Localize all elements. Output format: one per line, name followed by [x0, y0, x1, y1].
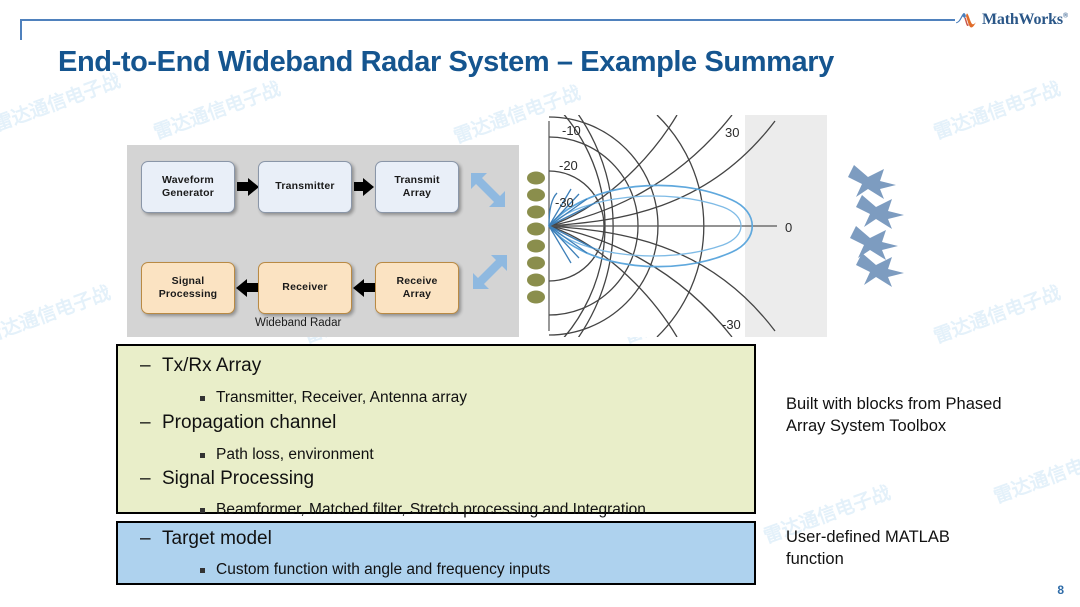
target-aircraft-svg [848, 165, 904, 287]
slide-canvas: 雷达通信电子战 雷达通信电子战 雷达通信电子战 雷达通信电子战 雷达通信电子战 … [0, 0, 1080, 607]
arrow-head-left [236, 279, 247, 297]
airplane-icon [856, 253, 904, 287]
receive-radiation-arrow-icon [473, 255, 507, 289]
watermark: 雷达通信电子战 [931, 78, 1064, 144]
transmit-radiation-arrow-icon [471, 173, 505, 207]
mathworks-wordmark: MathWorks® [982, 11, 1068, 28]
summary-box-blue: – Target model Custom function with angl… [116, 521, 756, 585]
block-label-line2: Generator [162, 187, 214, 199]
polar-angle-label-0: 0 [785, 220, 792, 235]
block-label-line1: Waveform [162, 173, 214, 186]
page-title: End-to-End Wideband Radar System – Examp… [58, 46, 834, 78]
arrow-receiver-to-signal-processing [246, 283, 258, 292]
block-receive-array[interactable]: Receive Array [375, 262, 459, 314]
bullet-level2-transmitter-receiver-antenna: Transmitter, Receiver, Antenna array [200, 389, 467, 407]
dash-bullet: – [140, 528, 151, 549]
note-line-2: function [786, 549, 844, 568]
target-aircraft-group [838, 163, 914, 287]
airplane-icon [848, 165, 896, 199]
bullet-level2-beamformer-matched-filter: Beamformer, Matched filter, Stretch proc… [200, 501, 646, 519]
block-label-line1: Transmit [394, 173, 440, 186]
mathworks-logo: MathWorks® [955, 9, 1068, 31]
dash-bullet: – [140, 412, 151, 433]
square-bullet-icon [200, 568, 205, 573]
block-transmitter[interactable]: Transmitter [258, 161, 352, 213]
bullet-text: Transmitter, Receiver, Antenna array [216, 389, 467, 406]
block-transmit-array[interactable]: Transmit Array [375, 161, 459, 213]
note-user-defined-matlab: User-defined MATLAB function [786, 527, 1066, 571]
watermark: 雷达通信电子战 [931, 282, 1064, 348]
bullet-level1-tx-rx-array: – Tx/Rx Array [140, 355, 261, 377]
bullet-text: Target model [162, 528, 272, 549]
registered-mark: ® [1062, 11, 1068, 20]
summary-box-green: – Tx/Rx Array Transmitter, Receiver, Ant… [116, 344, 756, 518]
bullet-text: Beamformer, Matched filter, Stretch proc… [216, 501, 646, 518]
block-label-line1: Receive [396, 274, 438, 287]
watermark: 雷达通信电子战 [0, 282, 114, 348]
arrow-receive-array-to-receiver [363, 283, 375, 292]
block-label-line2: Array [402, 187, 432, 199]
square-bullet-icon [200, 453, 205, 458]
block-label-line2: Processing [158, 288, 218, 300]
bullet-text: Tx/Rx Array [162, 355, 262, 376]
airplane-icon [856, 195, 904, 229]
mathworks-membrane-icon [956, 13, 976, 28]
bullet-level1-signal-processing: – Signal Processing [140, 468, 314, 490]
bullet-level1-propagation-channel: – Propagation channel [140, 412, 336, 434]
polar-angle-label--30: -30 [722, 317, 741, 332]
bullet-level2-path-loss-environment: Path loss, environment [200, 446, 374, 464]
beam-pattern-polar-chart: -10 -20 -30 30 0 -30 [527, 80, 827, 372]
airplane-icon [850, 226, 898, 260]
dash-bullet: – [140, 355, 151, 376]
bullet-level1-target-model: – Target model [140, 528, 272, 550]
arrow-head-left [353, 279, 364, 297]
block-label-line2: Array [402, 288, 432, 300]
note-line-1: User-defined MATLAB [786, 528, 950, 546]
page-number: 8 [1057, 583, 1064, 597]
block-signal-processing[interactable]: Signal Processing [141, 262, 235, 314]
polar-radial-label--10: -10 [562, 123, 581, 138]
dash-bullet: – [140, 468, 151, 489]
block-diagram-caption: Wideband Radar [255, 317, 342, 329]
bullet-text: Signal Processing [162, 468, 315, 489]
watermark: 雷达通信电子战 [151, 78, 284, 144]
square-bullet-icon [200, 396, 205, 401]
header-divider [20, 19, 955, 21]
watermark: 雷达通信电子战 [991, 442, 1080, 508]
note-phased-array-toolbox: Built with blocks from Phased Array Syst… [786, 394, 1066, 438]
bullet-level2-custom-function: Custom function with angle and frequency… [200, 561, 550, 579]
polar-radial-label--30: -30 [555, 195, 574, 210]
polar-angle-label-30: 30 [725, 125, 739, 140]
block-label-line1: Receiver [282, 281, 328, 294]
polar-radial-label--20: -20 [559, 158, 578, 173]
bullet-text: Path loss, environment [216, 446, 374, 463]
header-corner-tick [20, 19, 22, 40]
note-line-2: Array System Toolbox [786, 416, 947, 435]
arrow-head-right [363, 178, 374, 196]
bullet-text: Custom function with angle and frequency… [216, 561, 551, 578]
block-receiver[interactable]: Receiver [258, 262, 352, 314]
polar-chart-svg: -10 -20 -30 30 0 -30 [527, 80, 827, 372]
note-line-1: Built with blocks from Phased [786, 395, 1002, 413]
square-bullet-icon [200, 508, 205, 513]
block-waveform-generator[interactable]: Waveform Generator [141, 161, 235, 213]
block-label-line1: Signal [171, 274, 205, 287]
bullet-text: Propagation channel [162, 412, 337, 433]
block-diagram-panel: Waveform Generator Transmitter Transmit … [127, 145, 519, 337]
block-label-line1: Transmitter [275, 180, 335, 193]
